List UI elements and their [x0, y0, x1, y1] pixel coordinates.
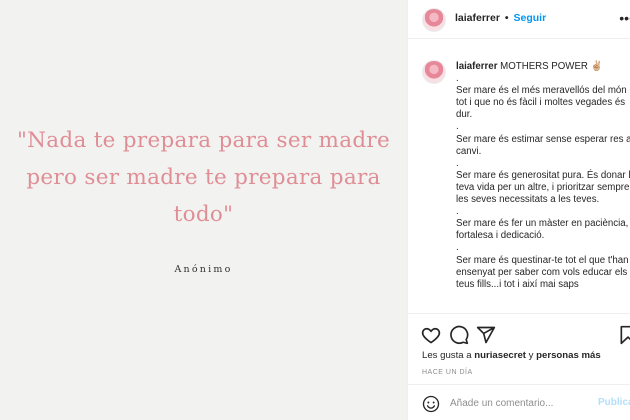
post-quote-author: Anónimo	[174, 264, 233, 275]
post-header: laiaferrer • Seguir •••	[408, 0, 630, 39]
header-separator: •	[504, 12, 509, 24]
likes-user-link[interactable]: nuriasecret	[474, 350, 526, 361]
post-actions: Les gusta a nuriasecret y personas más H…	[408, 313, 630, 420]
caption-text: laiaferrer MOTHERS POWER ✌🏼 . Ser mare é…	[456, 61, 630, 291]
post-image[interactable]: "Nada te prepara para ser madre pero ser…	[0, 0, 407, 420]
comment-input[interactable]	[450, 395, 590, 411]
more-options-icon[interactable]: •••	[619, 10, 630, 26]
post-timestamp[interactable]: HACE UN DÍA	[422, 369, 473, 376]
comment-icon[interactable]	[449, 325, 469, 345]
avatar[interactable]	[422, 8, 446, 32]
caption-username[interactable]: laiaferrer	[456, 61, 497, 72]
header-user: laiaferrer • Seguir	[455, 12, 546, 24]
caption-body: MOTHERS POWER ✌🏼 . Ser mare és el més me…	[456, 61, 630, 290]
likes-summary: Les gusta a nuriasecret y personas más	[422, 350, 601, 361]
comments-area[interactable]: laiaferrer MOTHERS POWER ✌🏼 . Ser mare é…	[408, 55, 630, 313]
likes-others-link[interactable]: personas más	[536, 350, 601, 361]
caption-avatar[interactable]	[422, 60, 446, 84]
share-icon[interactable]	[476, 325, 496, 345]
post-side-panel: laiaferrer • Seguir ••• laiaferrer MOTHE…	[407, 0, 630, 420]
comment-bar: Publicar	[408, 384, 630, 420]
heart-icon[interactable]	[421, 325, 441, 345]
likes-prefix: Les gusta a	[422, 350, 475, 361]
likes-middle: y	[526, 350, 537, 361]
publish-button[interactable]: Publicar	[598, 397, 630, 408]
post-quote: "Nada te prepara para ser madre pero ser…	[16, 128, 391, 227]
follow-button[interactable]: Seguir	[513, 12, 546, 24]
header-username[interactable]: laiaferrer	[455, 12, 500, 24]
bookmark-icon[interactable]	[618, 325, 630, 345]
smiley-icon[interactable]	[422, 395, 440, 413]
